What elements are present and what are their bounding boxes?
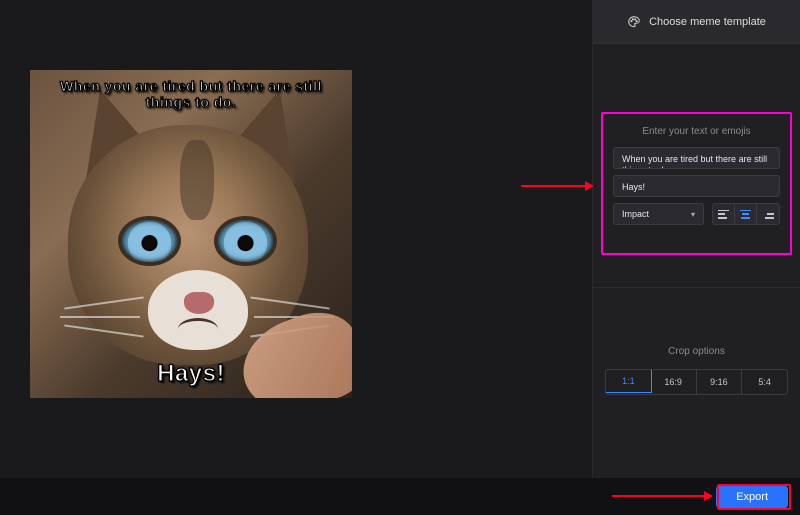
align-center-button[interactable] — [735, 204, 757, 224]
side-panel: Choose meme template Enter your text or … — [592, 0, 800, 478]
meme-preview[interactable]: When you are tired but there are still t… — [30, 70, 352, 398]
meme-top-text: When you are tired but there are still t… — [30, 78, 352, 110]
text-section-highlight: Enter your text or emojis When you are t… — [601, 112, 792, 255]
export-button[interactable]: Export — [716, 486, 788, 508]
crop-section: Crop options 1:1 16:9 9:16 5:4 — [593, 346, 800, 395]
crop-option-9-16[interactable]: 9:16 — [697, 370, 743, 394]
app-root: When you are tired but there are still t… — [0, 0, 800, 478]
palette-icon — [627, 15, 641, 29]
choose-template-label: Choose meme template — [649, 16, 766, 28]
canvas-area: When you are tired but there are still t… — [0, 0, 592, 478]
align-right-button[interactable] — [757, 204, 779, 224]
font-select[interactable]: Impact ▾ — [613, 203, 704, 225]
footer-bar: Export — [0, 478, 800, 515]
meme-image — [30, 70, 352, 398]
crop-option-16-9[interactable]: 16:9 — [651, 370, 697, 394]
crop-option-5-4[interactable]: 5:4 — [742, 370, 787, 394]
align-left-button[interactable] — [713, 204, 735, 224]
chevron-updown-icon: ▾ — [691, 210, 695, 219]
align-right-icon — [763, 210, 774, 219]
meme-bottom-text: Hays! — [30, 360, 352, 388]
panel-divider — [593, 287, 800, 288]
align-left-icon — [718, 210, 729, 219]
crop-options-group: 1:1 16:9 9:16 5:4 — [605, 369, 788, 395]
font-select-value: Impact — [622, 209, 649, 219]
align-center-icon — [740, 210, 751, 219]
text-section-title: Enter your text or emojis — [613, 126, 780, 137]
crop-section-title: Crop options — [605, 346, 788, 357]
text-align-group — [712, 203, 780, 225]
crop-option-1-1[interactable]: 1:1 — [605, 369, 652, 393]
choose-template-button[interactable]: Choose meme template — [593, 0, 800, 44]
bottom-text-input[interactable]: Hays! — [613, 175, 780, 197]
top-text-input[interactable]: When you are tired but there are still t… — [613, 147, 780, 169]
